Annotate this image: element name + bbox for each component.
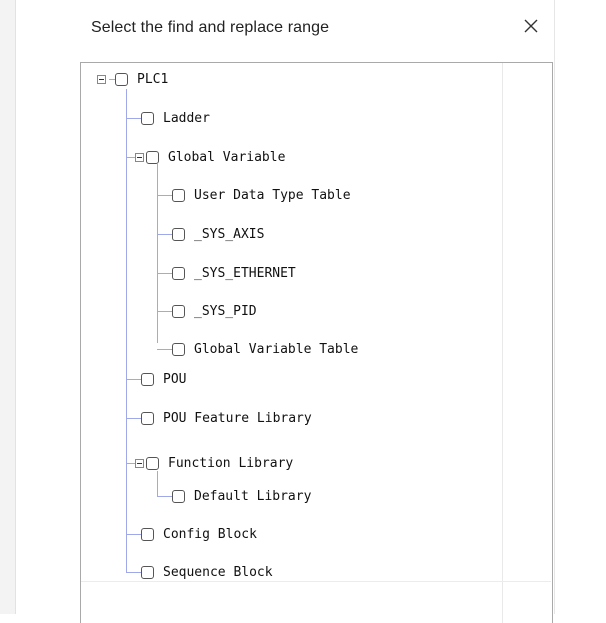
collapse-icon[interactable]: [97, 75, 106, 84]
checkbox[interactable]: [172, 266, 185, 280]
find-replace-range-dialog: Select the find and replace range PLC1 L…: [78, 0, 554, 623]
tree-node-sys-ethernet[interactable]: _SYS_ETHERNET: [172, 262, 296, 284]
tree-node-default-library[interactable]: Default Library: [172, 485, 311, 507]
checkbox[interactable]: [146, 456, 159, 470]
tree-node-user-data-type-table[interactable]: User Data Type Table: [172, 184, 351, 206]
tree-node-config-block[interactable]: Config Block: [141, 523, 257, 545]
range-tree: PLC1 Ladder Global Variable User Data Ty…: [80, 62, 553, 623]
background-divider: [554, 0, 555, 614]
checkbox[interactable]: [172, 227, 185, 241]
checkbox[interactable]: [146, 150, 159, 164]
tree-node-global-variable[interactable]: Global Variable: [146, 146, 285, 168]
dialog-title: Select the find and replace range: [91, 19, 330, 36]
checkbox[interactable]: [141, 411, 154, 425]
checkbox[interactable]: [141, 111, 154, 125]
checkbox[interactable]: [172, 188, 185, 202]
tree-node-sys-pid[interactable]: _SYS_PID: [172, 300, 257, 322]
checkbox[interactable]: [141, 565, 154, 579]
tree-connector-lines: [109, 79, 172, 573]
checkbox[interactable]: [115, 72, 128, 86]
tree-node-pou-feature-library[interactable]: POU Feature Library: [141, 407, 312, 429]
checkbox[interactable]: [172, 304, 185, 318]
collapse-icon[interactable]: [135, 459, 144, 468]
checkbox[interactable]: [141, 527, 154, 541]
background-strip: [0, 0, 16, 614]
close-button[interactable]: [517, 12, 545, 40]
tree-node-sys-axis[interactable]: _SYS_AXIS: [172, 223, 264, 245]
collapse-icon[interactable]: [135, 153, 144, 162]
checkbox[interactable]: [141, 372, 154, 386]
checkbox[interactable]: [172, 342, 185, 356]
tree-node-ladder[interactable]: Ladder: [141, 107, 210, 129]
checkbox[interactable]: [172, 489, 185, 503]
tree-node-global-variable-table[interactable]: Global Variable Table: [172, 338, 358, 360]
tree-node-function-library[interactable]: Function Library: [146, 452, 293, 474]
column-divider: [502, 63, 503, 623]
tree-node-pou[interactable]: POU: [141, 368, 186, 390]
tree-node-plc1[interactable]: PLC1: [115, 68, 168, 90]
tree-node-sequence-block[interactable]: Sequence Block: [141, 561, 273, 583]
close-icon: [524, 19, 538, 33]
